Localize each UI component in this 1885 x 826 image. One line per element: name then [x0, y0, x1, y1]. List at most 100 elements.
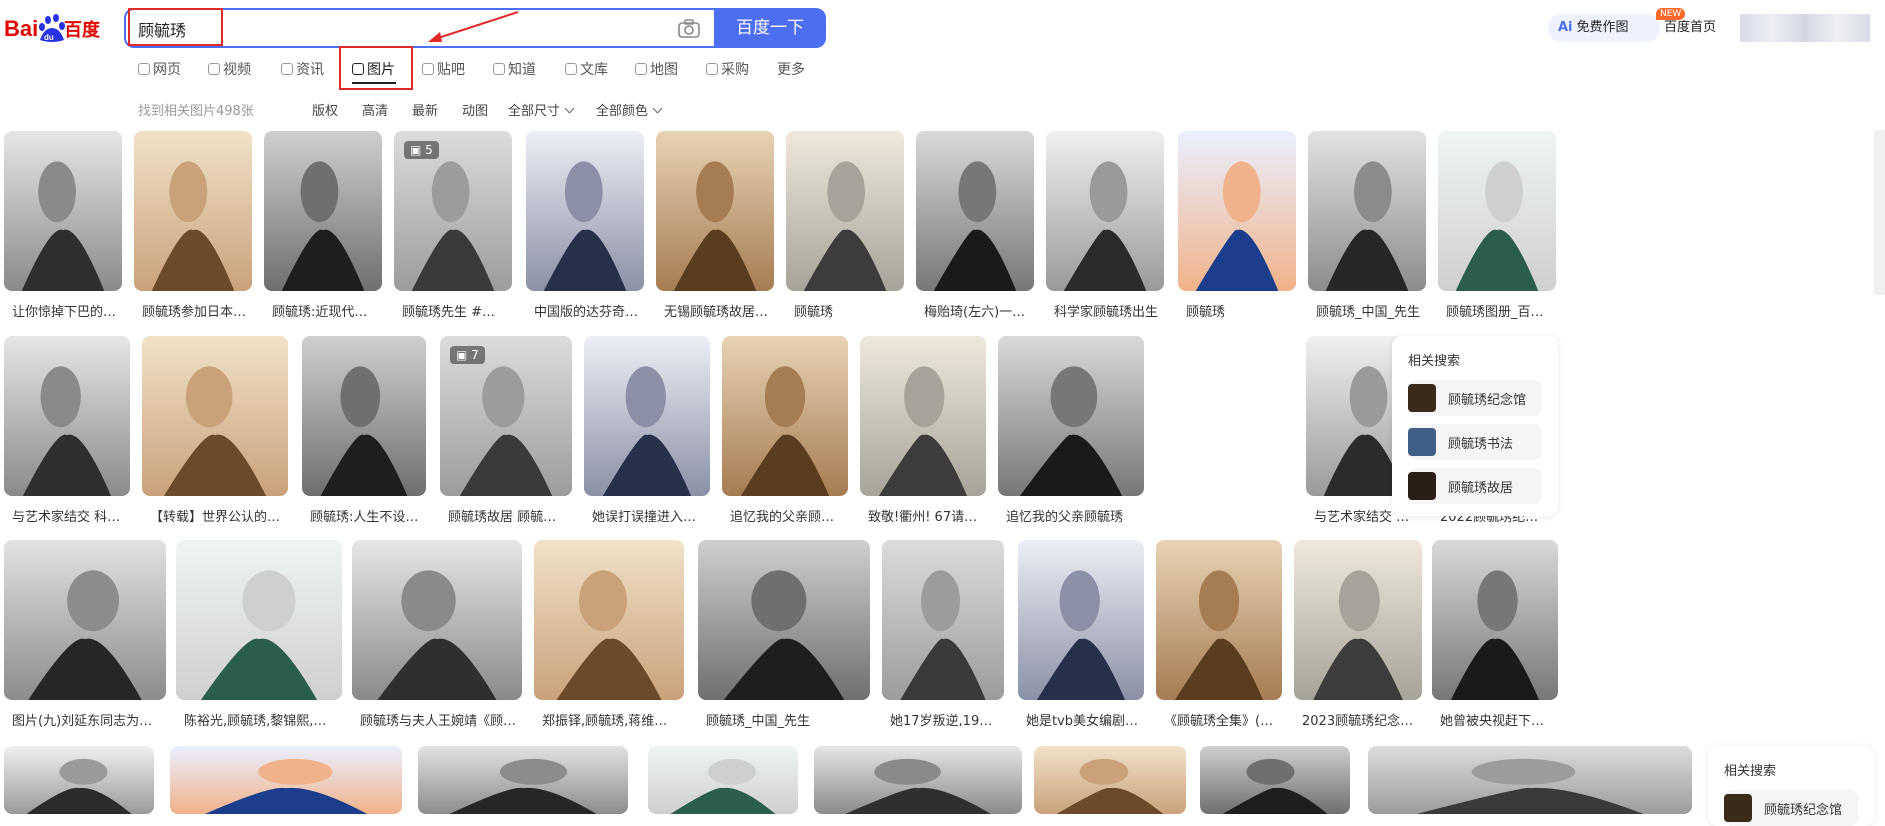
image-thumbnail[interactable] — [814, 746, 1022, 814]
image-thumbnail[interactable] — [534, 540, 684, 700]
image-caption[interactable]: 顾毓琇_中国_先生 — [706, 710, 866, 729]
image-thumbnail[interactable] — [722, 336, 848, 496]
related-search-item[interactable]: 顾毓琇纪念馆 — [1724, 790, 1858, 826]
ai-drawing-button[interactable]: Ai 免费作图 — [1548, 14, 1660, 42]
image-thumbnail[interactable] — [882, 540, 1004, 700]
image-caption[interactable]: 她曾被央视赶下舞台,... — [1440, 710, 1554, 729]
tab-icon — [422, 63, 434, 75]
image-thumbnail[interactable] — [656, 131, 774, 291]
image-caption[interactable]: 她误打误撞进入娱乐... — [592, 506, 706, 525]
image-thumbnail[interactable] — [142, 336, 288, 496]
image-thumbnail[interactable] — [1156, 540, 1282, 700]
image-thumbnail[interactable] — [1200, 746, 1350, 814]
image-thumbnail[interactable] — [302, 336, 426, 496]
svg-text:Bai: Bai — [4, 16, 38, 41]
image-caption[interactable]: 【转载】世界公认的大师... — [150, 506, 284, 525]
image-thumbnail[interactable] — [1178, 131, 1296, 291]
image-thumbnail[interactable] — [170, 746, 402, 814]
image-thumbnail[interactable] — [418, 746, 628, 814]
image-caption[interactable]: 2023顾毓琇纪念馆游... — [1302, 710, 1418, 729]
image-thumbnail[interactable] — [176, 540, 342, 700]
image-caption[interactable]: 梅贻琦(左六)一家... — [924, 301, 1030, 320]
image-caption[interactable]: 顾毓琇图册_百度百科 — [1446, 301, 1552, 320]
image-caption[interactable]: 与艺术家结交 科学家... — [12, 506, 126, 525]
chevron-down-icon — [564, 103, 575, 114]
image-caption[interactable]: 顾毓琇先生 #传奇... — [402, 301, 508, 320]
image-caption[interactable]: 顾毓琇参加日本受... — [142, 301, 248, 320]
image-caption[interactable]: 《顾毓琇全集》(1,2,... — [1164, 710, 1278, 729]
tab-8[interactable]: 采购 — [706, 60, 749, 80]
image-caption[interactable]: 顾毓琇_中国_先生 — [1316, 301, 1422, 320]
baidu-home-link[interactable]: 百度首页 — [1664, 14, 1716, 42]
filter-3[interactable]: 动图 — [462, 100, 488, 119]
filter-4[interactable]: 全部尺寸 — [508, 100, 575, 119]
filter-0[interactable]: 版权 — [312, 100, 338, 119]
image-caption[interactable]: 顾毓琇:近现代中国... — [272, 301, 378, 320]
image-thumbnail[interactable] — [1294, 540, 1422, 700]
filter-5[interactable]: 全部颜色 — [596, 100, 663, 119]
image-thumbnail[interactable] — [1368, 746, 1692, 814]
image-caption[interactable]: 图片(九)刘延东同志为顾毓... — [12, 710, 162, 729]
related-search-item[interactable]: 顾毓琇书法 — [1408, 424, 1542, 460]
filter-1[interactable]: 高清 — [362, 100, 388, 119]
tab-5[interactable]: 知道 — [493, 60, 536, 80]
tab-9[interactable]: 更多 — [777, 60, 805, 80]
image-thumbnail[interactable] — [526, 131, 644, 291]
image-caption[interactable]: 顾毓琇与夫人王婉靖《顾毓琇... — [360, 710, 518, 729]
tab-0[interactable]: 网页 — [138, 60, 181, 80]
related-item-label: 顾毓琇书法 — [1448, 437, 1514, 452]
image-caption[interactable]: 郑振铎,顾毓琇,蒋维乔等 ... — [542, 710, 680, 729]
image-caption[interactable]: 她17岁叛逆,19岁与... — [890, 710, 1000, 729]
image-thumbnail[interactable] — [1438, 131, 1556, 291]
baidu-logo[interactable]: Bai du 百度 — [4, 10, 108, 44]
related-search-panel: 相关搜索 顾毓琇纪念馆 顾毓琇书法 顾毓琇故居 — [1392, 336, 1558, 516]
image-thumbnail[interactable] — [916, 131, 1034, 291]
tab-6[interactable]: 文库 — [565, 60, 608, 80]
image-thumbnail[interactable] — [352, 540, 522, 700]
tab-4[interactable]: 贴吧 — [422, 60, 465, 80]
image-thumbnail[interactable] — [4, 746, 154, 814]
image-thumbnail[interactable] — [1034, 746, 1186, 814]
image-caption[interactable]: 顾毓琇:人生不设限,... — [310, 506, 422, 525]
tab-1[interactable]: 视频 — [208, 60, 251, 80]
search-button[interactable]: 百度一下 — [714, 8, 826, 48]
tab-7[interactable]: 地图 — [635, 60, 678, 80]
image-caption[interactable]: 陈裕光,顾毓琇,黎锦熙,顾颉刚... — [184, 710, 338, 729]
image-caption[interactable]: 追忆我的父亲顾毓琇 — [1006, 506, 1140, 525]
image-thumbnail[interactable] — [698, 540, 870, 700]
filter-2[interactable]: 最新 — [412, 100, 438, 119]
image-thumbnail[interactable] — [998, 336, 1144, 496]
image-caption[interactable]: 中国版的达芬奇—... — [534, 301, 640, 320]
scrollbar[interactable] — [1874, 130, 1885, 295]
camera-icon[interactable] — [678, 18, 700, 38]
image-caption[interactable]: 顾毓琇 — [794, 301, 900, 320]
filter-bar: 找到相关图片498张 版权 高清 最新 动图 全部尺寸 全部颜色 — [0, 100, 1885, 120]
user-avatar-blurred[interactable] — [1740, 14, 1870, 42]
image-thumbnail[interactable] — [264, 131, 382, 291]
image-caption[interactable]: 顾毓琇 — [1186, 301, 1292, 320]
image-caption[interactable]: 让你惊掉下巴的中... — [12, 301, 118, 320]
related-search-item[interactable]: 顾毓琇纪念馆 — [1408, 380, 1542, 416]
image-thumbnail[interactable] — [1432, 540, 1558, 700]
image-thumbnail[interactable] — [1018, 540, 1144, 700]
image-thumbnail[interactable] — [4, 131, 122, 291]
tab-2[interactable]: 资讯 — [281, 60, 324, 80]
image-caption[interactable]: 科学家顾毓琇出生 — [1054, 301, 1160, 320]
image-caption[interactable]: 致敬!衢州! 67请记住... — [868, 506, 982, 525]
image-caption[interactable]: 她是tvb美女编剧,转... — [1026, 710, 1140, 729]
image-thumbnail[interactable] — [584, 336, 710, 496]
image-thumbnail[interactable] — [1308, 131, 1426, 291]
image-caption[interactable]: 顾毓琇故居 顾毓琇(19... — [448, 506, 568, 525]
image-thumbnail[interactable] — [648, 746, 798, 814]
image-caption[interactable]: 追忆我的父亲顾毓琇 — [730, 506, 844, 525]
ai-drawing-label: 免费作图 — [1576, 20, 1629, 35]
image-thumbnail[interactable] — [786, 131, 904, 291]
image-thumbnail[interactable] — [4, 540, 166, 700]
related-search-item[interactable]: 顾毓琇故居 — [1408, 468, 1542, 504]
image-thumbnail[interactable] — [4, 336, 130, 496]
image-thumbnail[interactable] — [134, 131, 252, 291]
image-caption[interactable]: 无锡顾毓琇故居(顾... — [664, 301, 770, 320]
image-thumbnail[interactable] — [860, 336, 986, 496]
image-thumbnail[interactable] — [1046, 131, 1164, 291]
chevron-down-icon — [652, 103, 663, 114]
